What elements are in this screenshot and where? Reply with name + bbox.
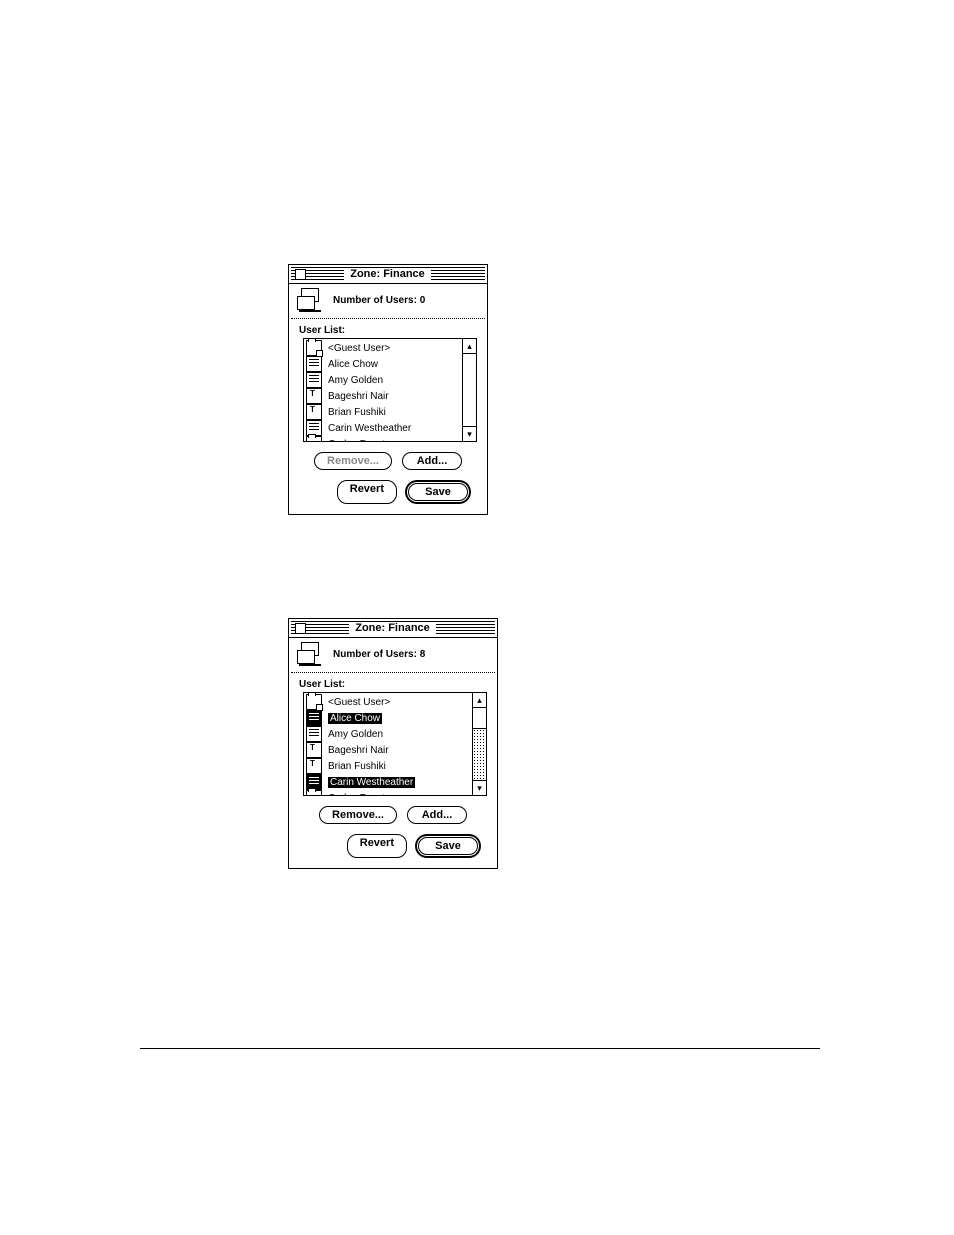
window-title: Zone: Finance: [344, 268, 431, 280]
scroll-track[interactable]: [463, 354, 476, 426]
list-item[interactable]: Brian Fushiki: [304, 404, 462, 420]
scroll-track[interactable]: [473, 708, 486, 780]
list-item-label: Brian Fushiki: [328, 407, 386, 418]
add-button[interactable]: Add...: [402, 452, 462, 470]
list-item[interactable]: Brian Fushiki: [304, 758, 472, 774]
title-text-wrap: Zone: Finance: [306, 268, 469, 280]
page-t-icon: [306, 404, 322, 420]
user-list-wrap: <Guest User> Alice Chow Amy Golden Bageshri…: [303, 338, 477, 442]
remove-button[interactable]: Remove...: [319, 806, 397, 824]
list-item-label: Carin Westheather: [328, 423, 411, 434]
scroll-thumb[interactable]: [473, 708, 486, 729]
list-item-label: Alice Chow: [328, 713, 382, 724]
list-item[interactable]: Amy Golden: [304, 372, 462, 388]
remove-button[interactable]: Remove...: [314, 452, 392, 470]
add-button[interactable]: Add...: [407, 806, 467, 824]
page-icon: [306, 726, 322, 742]
folder-locked-icon: [306, 694, 322, 710]
revert-button[interactable]: Revert: [347, 834, 407, 858]
scroll-up-button[interactable]: ▴: [473, 693, 486, 708]
folder-locked-icon: [306, 436, 322, 442]
window-buttons: Revert Save: [289, 480, 487, 504]
window-title: Zone: Finance: [349, 622, 436, 634]
user-count-label: Number of Users:: [333, 649, 417, 660]
list-item[interactable]: <Guest User>: [304, 694, 472, 710]
window-body: Number of Users: 0 User List: <Guest Use…: [289, 284, 487, 504]
close-box[interactable]: [295, 623, 306, 634]
scroll-up-button[interactable]: ▴: [463, 339, 476, 354]
scrollbar[interactable]: ▴ ▾: [463, 338, 477, 442]
window-buttons: Revert Save: [289, 834, 497, 858]
user-count-label: Number of Users:: [333, 295, 417, 306]
save-button[interactable]: Save: [418, 837, 478, 855]
list-item[interactable]: Amy Golden: [304, 726, 472, 742]
user-count-value: 0: [420, 295, 426, 306]
revert-button[interactable]: Revert: [337, 480, 397, 504]
user-list-label: User List:: [289, 673, 497, 692]
page-icon: [306, 372, 322, 388]
user-count-value: 8: [420, 649, 426, 660]
list-item-label: <Guest User>: [328, 343, 390, 354]
titlebar[interactable]: Zone: Finance: [289, 265, 487, 284]
scrollbar[interactable]: ▴ ▾: [473, 692, 487, 796]
scroll-down-button[interactable]: ▾: [473, 780, 486, 795]
page-t-icon: [306, 742, 322, 758]
page-rule: [140, 1048, 820, 1049]
window-body: Number of Users: 8 User List: <Guest Use…: [289, 638, 497, 858]
user-list[interactable]: <Guest User> Alice Chow Amy Golden Bageshri…: [303, 338, 463, 442]
zone-window-2: Zone: Finance Number of Users: 8 User Li…: [288, 618, 498, 869]
user-list-label: User List:: [289, 319, 487, 338]
list-item-label: Carlos Fuentes: [328, 793, 396, 797]
list-item[interactable]: Carlos Fuentes: [304, 790, 472, 796]
list-item[interactable]: Bageshri Nair: [304, 388, 462, 404]
list-buttons: Remove... Add...: [289, 452, 487, 470]
save-button[interactable]: Save: [408, 483, 468, 501]
scroll-down-button[interactable]: ▾: [463, 426, 476, 441]
list-item[interactable]: Carin Westheather: [304, 420, 462, 436]
titlebar[interactable]: Zone: Finance: [289, 619, 497, 638]
page-icon: [306, 356, 322, 372]
info-row: Number of Users: 0: [289, 284, 487, 318]
list-item[interactable]: <Guest User>: [304, 340, 462, 356]
list-item-label: Carin Westheather: [328, 777, 415, 788]
page-dark-icon: [306, 710, 322, 726]
list-item-label: Amy Golden: [328, 375, 383, 386]
zone-icon: [297, 642, 325, 666]
user-list[interactable]: <Guest User> Alice Chow Amy Golden Bageshri…: [303, 692, 473, 796]
page-t-icon: [306, 758, 322, 774]
list-buttons: Remove... Add...: [289, 806, 497, 824]
user-count-line: Number of Users: 8: [333, 649, 425, 660]
zone-window-1: Zone: Finance Number of Users: 0 User Li…: [288, 264, 488, 515]
list-item[interactable]: Carlos Fuentes: [304, 436, 462, 442]
page-t-icon: [306, 388, 322, 404]
user-list-wrap: <Guest User> Alice Chow Amy Golden Bageshri…: [303, 692, 487, 796]
info-row: Number of Users: 8: [289, 638, 497, 672]
folder-locked-icon: [306, 790, 322, 796]
list-item[interactable]: Alice Chow: [304, 710, 472, 726]
title-text-wrap: Zone: Finance: [306, 622, 479, 634]
list-item-label: Bageshri Nair: [328, 391, 389, 402]
user-count-line: Number of Users: 0: [333, 295, 425, 306]
list-item[interactable]: Carin Westheather: [304, 774, 472, 790]
folder-locked-icon: [306, 340, 322, 356]
list-item-label: Brian Fushiki: [328, 761, 386, 772]
zone-icon: [297, 288, 325, 312]
list-item-label: <Guest User>: [328, 697, 390, 708]
list-item-label: Amy Golden: [328, 729, 383, 740]
list-item-label: Bageshri Nair: [328, 745, 389, 756]
list-item-label: Alice Chow: [328, 359, 378, 370]
list-item[interactable]: Alice Chow: [304, 356, 462, 372]
page: Zone: Finance Number of Users: 0 User Li…: [0, 0, 954, 1235]
list-item-label: Carlos Fuentes: [328, 439, 396, 443]
close-box[interactable]: [295, 269, 306, 280]
list-item[interactable]: Bageshri Nair: [304, 742, 472, 758]
